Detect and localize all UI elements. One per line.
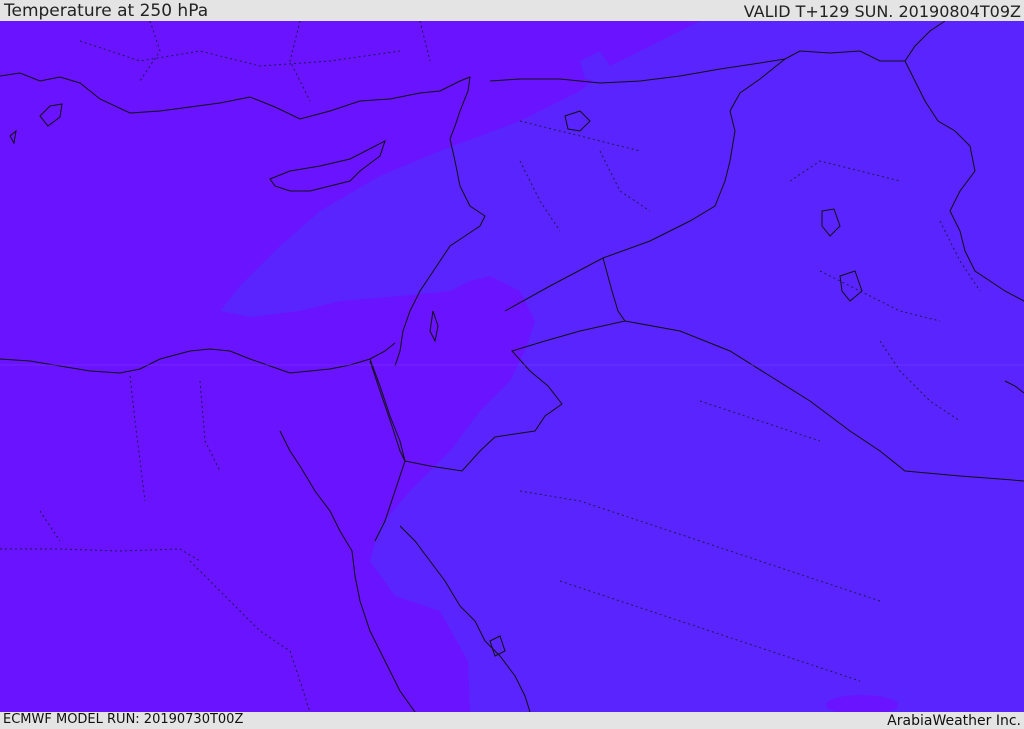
model-run: ECMWF MODEL RUN: 20190730T00Z xyxy=(3,712,244,727)
valid-time: VALID T+129 SUN. 20190804T09Z xyxy=(743,2,1021,21)
temperature-map xyxy=(0,21,1024,712)
map-footer: ECMWF MODEL RUN: 20190730T00Z ArabiaWeat… xyxy=(0,712,1024,729)
credit: ArabiaWeather Inc. xyxy=(887,713,1021,729)
map-title: Temperature at 250 hPa xyxy=(4,1,209,21)
map-header: Temperature at 250 hPa VALID T+129 SUN. … xyxy=(0,0,1024,21)
